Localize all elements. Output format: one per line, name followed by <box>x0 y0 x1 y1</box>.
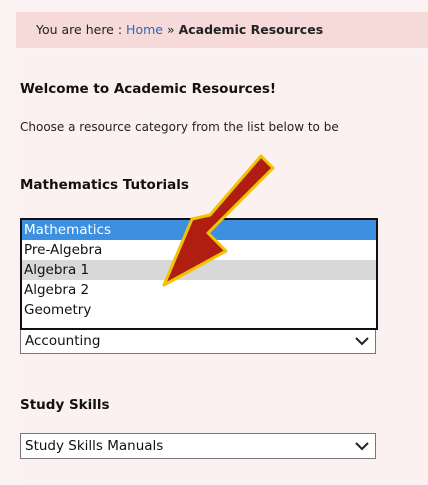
chevron-down-icon <box>355 442 369 451</box>
study-skills-heading: Study Skills <box>20 397 110 413</box>
math-option[interactable]: Algebra 1 <box>22 260 376 280</box>
breadcrumb-home-link[interactable]: Home <box>126 22 163 37</box>
math-tutorials-heading: Mathematics Tutorials <box>20 177 189 193</box>
breadcrumb-prefix: You are here : <box>36 22 123 37</box>
breadcrumb-separator: » <box>166 22 175 37</box>
math-option[interactable]: Geometry <box>22 300 376 320</box>
math-option[interactable]: Pre-Algebra <box>22 240 376 260</box>
math-option[interactable]: Mathematics <box>22 220 376 240</box>
study-skills-select-value: Study Skills Manuals <box>25 438 164 454</box>
accounting-select-value: Accounting <box>25 333 101 349</box>
math-tutorials-listbox[interactable]: Mathematics Pre-Algebra Algebra 1 Algebr… <box>20 218 378 330</box>
breadcrumb: You are here : Home » Academic Resources <box>16 12 428 48</box>
study-skills-select[interactable]: Study Skills Manuals <box>20 433 376 459</box>
accounting-select[interactable]: Accounting <box>20 328 376 354</box>
intro-text: Choose a resource category from the list… <box>20 120 339 134</box>
chevron-down-icon <box>355 337 369 346</box>
math-option[interactable]: Algebra 2 <box>22 280 376 300</box>
breadcrumb-current: Academic Resources <box>178 22 324 37</box>
page-title: Welcome to Academic Resources! <box>20 81 277 97</box>
